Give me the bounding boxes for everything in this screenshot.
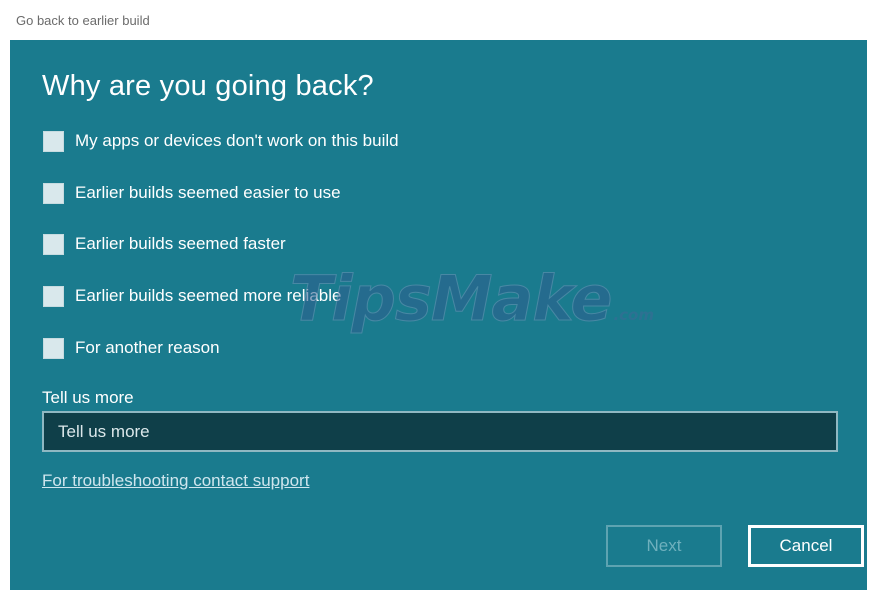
option-label-apps-devices: My apps or devices don't work on this bu… xyxy=(75,131,399,150)
tipsmake-watermark: TipsMake .com xyxy=(289,262,654,336)
option-label-faster: Earlier builds seemed faster xyxy=(75,234,286,253)
checkbox-faster[interactable] xyxy=(43,233,64,255)
checkbox-another-reason[interactable] xyxy=(43,337,64,359)
window-title: Go back to earlier build xyxy=(16,13,150,28)
option-more-reliable[interactable]: Earlier builds seemed more reliable xyxy=(43,284,341,308)
checkbox-apps-devices[interactable] xyxy=(43,130,64,152)
checkbox-easier-to-use[interactable] xyxy=(43,182,64,204)
watermark-suffix-text: .com xyxy=(613,306,654,324)
checkbox-more-reliable[interactable] xyxy=(43,285,64,307)
go-back-dialog-panel: Why are you going back? My apps or devic… xyxy=(10,40,867,590)
option-easier-to-use[interactable]: Earlier builds seemed easier to use xyxy=(43,181,341,205)
dialog-heading: Why are you going back? xyxy=(42,70,374,102)
option-apps-devices[interactable]: My apps or devices don't work on this bu… xyxy=(43,129,399,153)
option-another-reason[interactable]: For another reason xyxy=(43,336,220,360)
contact-support-link[interactable]: For troubleshooting contact support xyxy=(42,471,309,491)
option-label-easier-to-use: Earlier builds seemed easier to use xyxy=(75,183,341,202)
tell-us-more-input[interactable] xyxy=(42,411,838,452)
cancel-button[interactable]: Cancel xyxy=(748,525,864,567)
option-label-more-reliable: Earlier builds seemed more reliable xyxy=(75,286,342,305)
option-label-another-reason: For another reason xyxy=(75,338,220,357)
tell-us-more-label: Tell us more xyxy=(42,388,134,407)
next-button[interactable]: Next xyxy=(606,525,722,567)
go-back-window: Go back to earlier build Why are you goi… xyxy=(0,0,870,592)
option-faster[interactable]: Earlier builds seemed faster xyxy=(43,232,286,256)
